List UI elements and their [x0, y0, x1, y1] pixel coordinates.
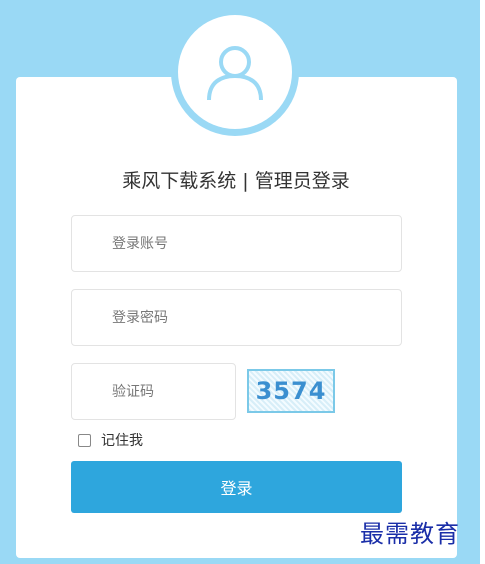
right-edge: [480, 0, 485, 564]
captcha-image[interactable]: 3574: [247, 369, 335, 413]
account-field[interactable]: [71, 215, 402, 272]
captcha-field[interactable]: [71, 363, 236, 420]
page-title: 乘风下载系统 | 管理员登录: [122, 170, 350, 192]
login-button[interactable]: 登录: [71, 461, 402, 513]
login-button-label: 登录: [220, 479, 253, 498]
remember-me[interactable]: 记住我: [78, 430, 143, 450]
password-input[interactable]: [72, 290, 401, 345]
watermark: 最需教育: [360, 520, 460, 548]
remember-label: 记住我: [101, 433, 143, 449]
captcha-code: 3574: [255, 377, 327, 405]
remember-checkbox[interactable]: [78, 433, 91, 447]
captcha-input[interactable]: [72, 364, 235, 419]
avatar: [178, 15, 292, 129]
password-field[interactable]: [71, 289, 402, 346]
account-input[interactable]: [72, 216, 401, 271]
user-icon: [207, 46, 263, 101]
